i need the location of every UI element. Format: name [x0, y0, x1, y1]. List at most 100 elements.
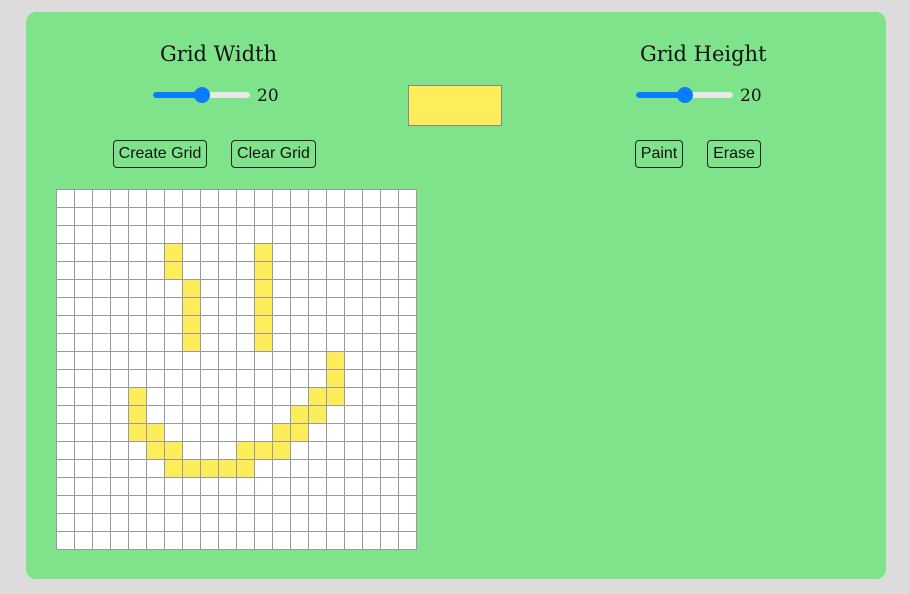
- grid-cell[interactable]: [56, 387, 75, 406]
- grid-cell[interactable]: [74, 477, 93, 496]
- grid-cell[interactable]: [398, 405, 417, 424]
- grid-cell[interactable]: [200, 297, 219, 316]
- grid-cell[interactable]: [398, 315, 417, 334]
- grid-cell[interactable]: [182, 387, 201, 406]
- grid-cell[interactable]: [380, 459, 399, 478]
- grid-cell[interactable]: [218, 459, 237, 478]
- grid-cell[interactable]: [56, 405, 75, 424]
- grid-cell[interactable]: [308, 477, 327, 496]
- grid-cell[interactable]: [290, 441, 309, 460]
- grid-cell[interactable]: [110, 225, 129, 244]
- grid-cell[interactable]: [254, 243, 273, 262]
- grid-cell[interactable]: [290, 423, 309, 442]
- grid-cell[interactable]: [344, 315, 363, 334]
- grid-width-slider[interactable]: [153, 85, 250, 105]
- grid-cell[interactable]: [290, 495, 309, 514]
- grid-cell[interactable]: [362, 495, 381, 514]
- grid-cell[interactable]: [110, 513, 129, 532]
- grid-cell[interactable]: [398, 369, 417, 388]
- grid-cell[interactable]: [164, 279, 183, 298]
- grid-cell[interactable]: [164, 351, 183, 370]
- grid-cell[interactable]: [92, 477, 111, 496]
- grid-cell[interactable]: [308, 441, 327, 460]
- grid-cell[interactable]: [362, 423, 381, 442]
- grid-cell[interactable]: [236, 351, 255, 370]
- grid-cell[interactable]: [308, 315, 327, 334]
- grid-cell[interactable]: [380, 351, 399, 370]
- grid-cell[interactable]: [146, 297, 165, 316]
- grid-cell[interactable]: [344, 495, 363, 514]
- grid-cell[interactable]: [290, 315, 309, 334]
- grid-cell[interactable]: [74, 279, 93, 298]
- grid-cell[interactable]: [110, 369, 129, 388]
- color-picker[interactable]: [408, 85, 502, 126]
- grid-cell[interactable]: [380, 405, 399, 424]
- grid-cell[interactable]: [146, 405, 165, 424]
- grid-cell[interactable]: [254, 477, 273, 496]
- grid-cell[interactable]: [254, 495, 273, 514]
- grid-cell[interactable]: [326, 477, 345, 496]
- grid-cell[interactable]: [362, 369, 381, 388]
- grid-cell[interactable]: [110, 279, 129, 298]
- grid-cell[interactable]: [182, 423, 201, 442]
- grid-cell[interactable]: [398, 243, 417, 262]
- grid-cell[interactable]: [128, 369, 147, 388]
- grid-cell[interactable]: [128, 333, 147, 352]
- grid-cell[interactable]: [380, 261, 399, 280]
- grid-cell[interactable]: [236, 333, 255, 352]
- grid-cell[interactable]: [398, 477, 417, 496]
- grid-cell[interactable]: [380, 225, 399, 244]
- grid-cell[interactable]: [200, 513, 219, 532]
- grid-cell[interactable]: [182, 495, 201, 514]
- grid-cell[interactable]: [290, 459, 309, 478]
- grid-cell[interactable]: [56, 243, 75, 262]
- grid-cell[interactable]: [344, 333, 363, 352]
- grid-cell[interactable]: [236, 369, 255, 388]
- grid-cell[interactable]: [398, 387, 417, 406]
- grid-cell[interactable]: [128, 387, 147, 406]
- grid-cell[interactable]: [308, 531, 327, 550]
- grid-cell[interactable]: [74, 351, 93, 370]
- grid-cell[interactable]: [290, 189, 309, 208]
- grid-cell[interactable]: [272, 405, 291, 424]
- grid-cell[interactable]: [326, 297, 345, 316]
- grid-cell[interactable]: [182, 513, 201, 532]
- grid-cell[interactable]: [344, 189, 363, 208]
- grid-cell[interactable]: [344, 405, 363, 424]
- grid-cell[interactable]: [128, 297, 147, 316]
- grid-cell[interactable]: [164, 261, 183, 280]
- grid-cell[interactable]: [254, 261, 273, 280]
- grid-cell[interactable]: [74, 297, 93, 316]
- grid-cell[interactable]: [272, 531, 291, 550]
- grid-cell[interactable]: [272, 477, 291, 496]
- grid-cell[interactable]: [254, 297, 273, 316]
- grid-cell[interactable]: [182, 225, 201, 244]
- grid-cell[interactable]: [398, 423, 417, 442]
- grid-cell[interactable]: [362, 405, 381, 424]
- grid-cell[interactable]: [326, 189, 345, 208]
- grid-cell[interactable]: [200, 207, 219, 226]
- grid-cell[interactable]: [164, 369, 183, 388]
- grid-cell[interactable]: [308, 369, 327, 388]
- grid-cell[interactable]: [254, 387, 273, 406]
- grid-cell[interactable]: [326, 405, 345, 424]
- grid-cell[interactable]: [200, 261, 219, 280]
- grid-cell[interactable]: [272, 333, 291, 352]
- grid-cell[interactable]: [290, 261, 309, 280]
- grid-cell[interactable]: [308, 459, 327, 478]
- grid-cell[interactable]: [200, 279, 219, 298]
- grid-cell[interactable]: [344, 207, 363, 226]
- grid-cell[interactable]: [272, 513, 291, 532]
- grid-cell[interactable]: [146, 243, 165, 262]
- grid-cell[interactable]: [344, 423, 363, 442]
- grid-cell[interactable]: [74, 405, 93, 424]
- grid-cell[interactable]: [380, 513, 399, 532]
- grid-cell[interactable]: [110, 477, 129, 496]
- grid-cell[interactable]: [92, 225, 111, 244]
- grid-cell[interactable]: [164, 333, 183, 352]
- grid-cell[interactable]: [380, 297, 399, 316]
- grid-cell[interactable]: [110, 243, 129, 262]
- grid-cell[interactable]: [218, 261, 237, 280]
- grid-cell[interactable]: [326, 207, 345, 226]
- grid-cell[interactable]: [398, 351, 417, 370]
